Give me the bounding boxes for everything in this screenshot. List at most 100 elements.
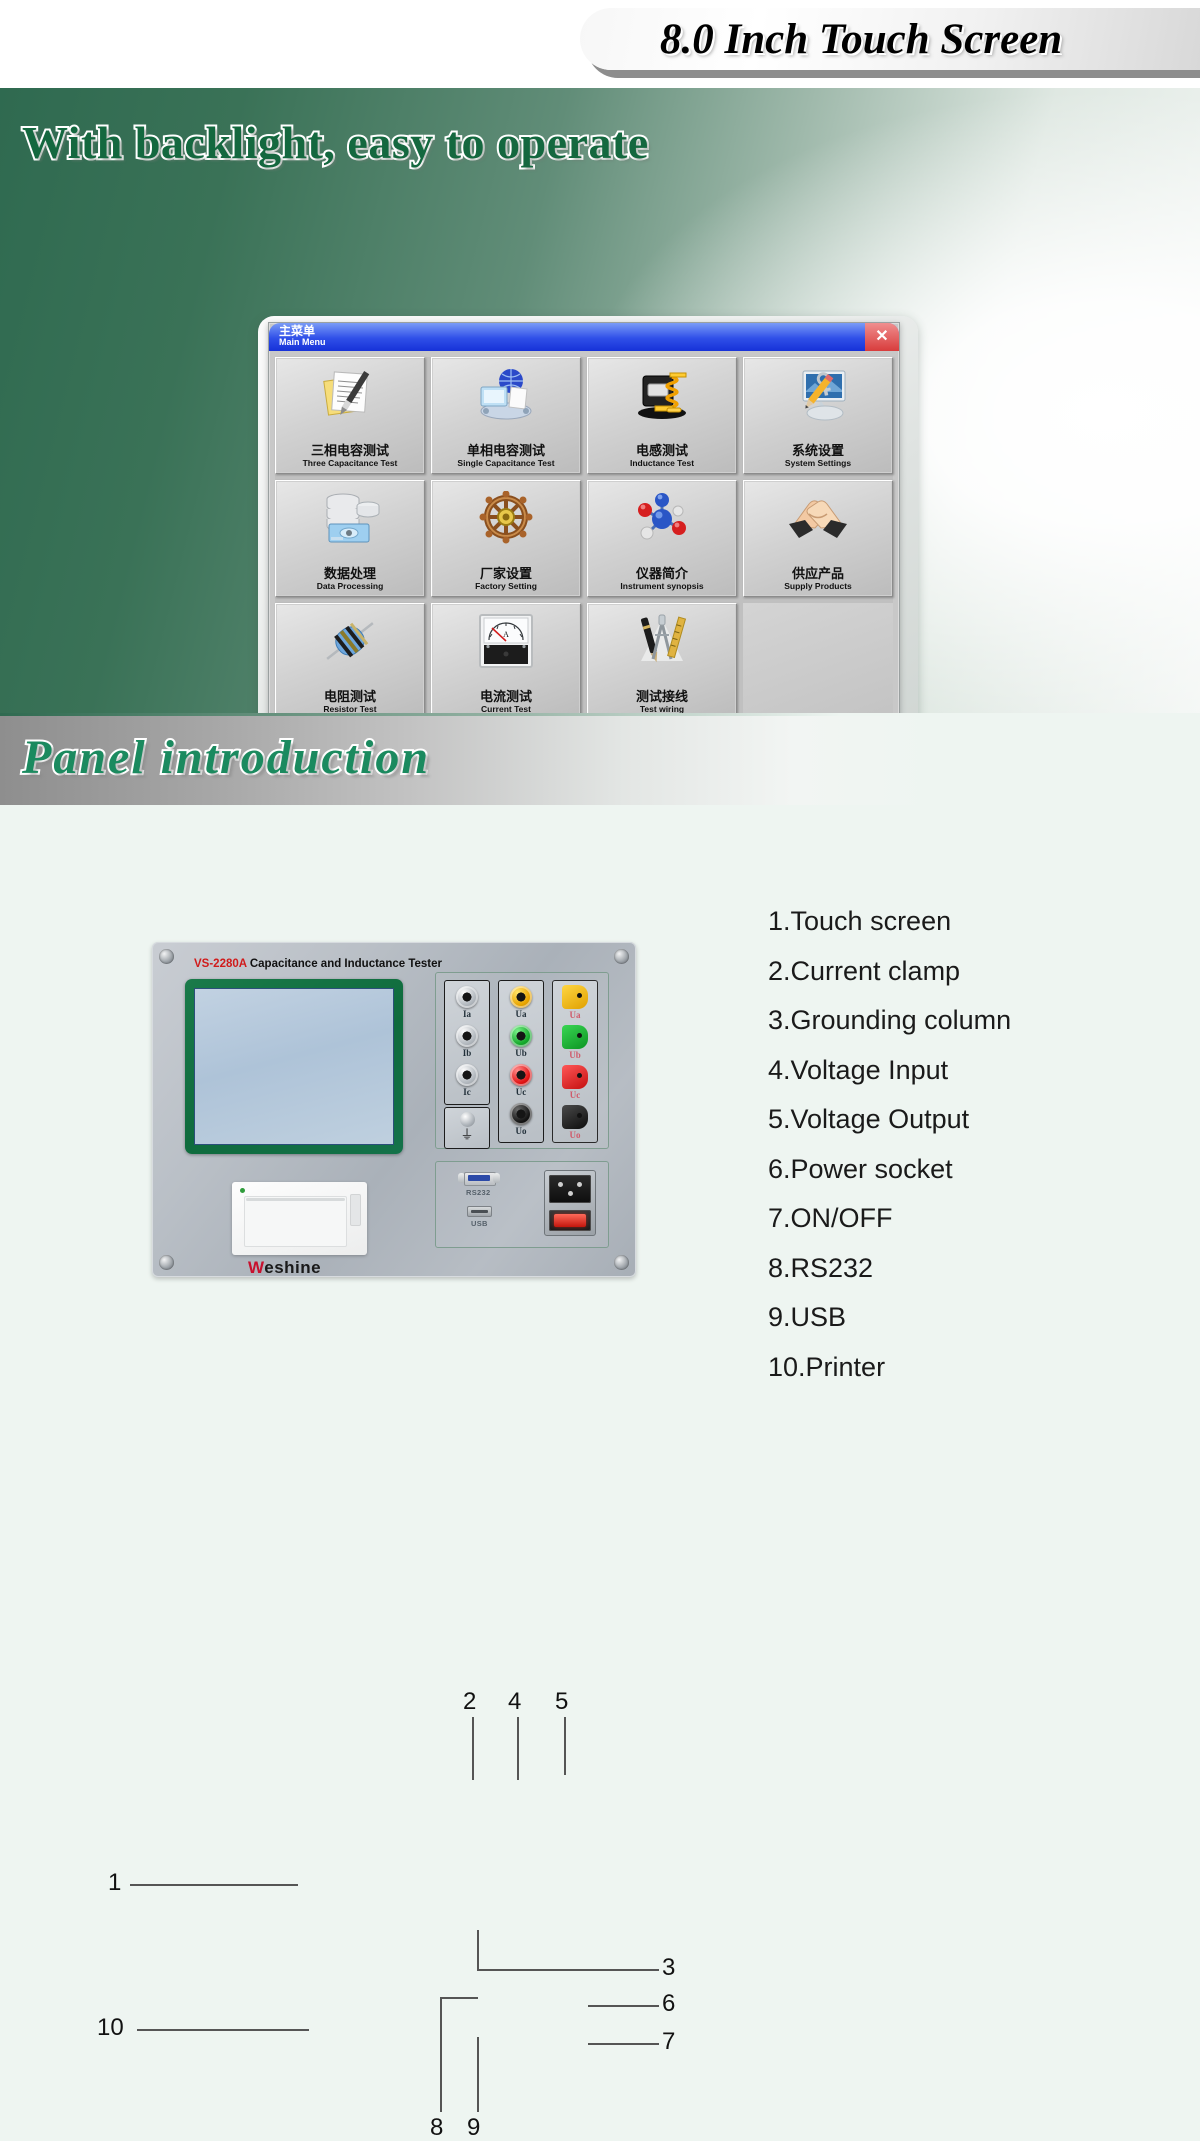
pen-compass-icon — [588, 610, 736, 672]
callout-number-2: 2 — [463, 1688, 477, 1715]
printer-paper-slot — [246, 1198, 345, 1201]
lcd-glass — [194, 988, 394, 1145]
voltage-output-binding-uc[interactable] — [562, 1065, 588, 1089]
legend-item-2: 2.Current clamp — [768, 955, 961, 986]
screw-icon — [614, 1255, 629, 1270]
close-icon[interactable]: ✕ — [865, 323, 899, 351]
terminal-label-uo: Uo — [515, 1126, 527, 1136]
menu-label-en: System Settings — [784, 458, 852, 468]
callout-number-10: 10 — [97, 2014, 124, 2041]
callout-number-9: 9 — [467, 2114, 481, 2141]
menu-label-cn: 电感测试 — [635, 443, 688, 458]
touch-screen-display[interactable] — [185, 979, 403, 1154]
menu-label-en: Single Capacitance Test — [457, 458, 555, 468]
grounding-column[interactable]: ⏚ — [444, 1107, 490, 1149]
terminal-label-ia: Ia — [462, 1009, 471, 1019]
menu-button-data-processing[interactable]: 数据处理 Data Processing — [275, 480, 425, 597]
printer-latch — [350, 1194, 361, 1226]
menu-button-three-capacitance-test[interactable]: 三相电容测试 Three Capacitance Test — [275, 357, 425, 474]
menu-button-instrument-synopsis[interactable]: 仪器简介 Instrument synopsis — [587, 480, 737, 597]
legend-list: 1.Touch screen 2.Current clamp 3.Groundi… — [768, 897, 1188, 1392]
callout-number-4: 4 — [508, 1688, 522, 1715]
screw-icon — [614, 949, 629, 964]
callout-leader-7 — [588, 2043, 659, 2045]
document-pen-icon — [276, 364, 424, 426]
menu-label-en: Factory Setting — [475, 581, 537, 591]
usb-label: USB — [471, 1219, 488, 1228]
touch-screen-showcase: With backlight, easy to operate 主菜单 Main… — [0, 88, 1200, 756]
callout-number-8: 8 — [430, 2114, 444, 2141]
brand-rest: eshine — [264, 1258, 322, 1277]
voltage-output-binding-ub[interactable] — [562, 1025, 588, 1049]
menu-button-system-settings[interactable]: 系统设置 System Settings — [743, 357, 893, 474]
network-globe-icon — [432, 364, 580, 426]
menu-label-cn: 测试接线 — [635, 689, 688, 704]
device-faceplate: VS-2280A Capacitance and Inductance Test… — [152, 942, 636, 1277]
dialog-title-cn: 主菜单 — [279, 324, 316, 338]
current-clamp-terminal-column[interactable]: Ia Ib Ic — [444, 980, 490, 1105]
callout-number-3: 3 — [662, 1954, 676, 1981]
callout-leader-1 — [130, 1884, 298, 1886]
voltage-input-terminal-column[interactable]: Ua Ub Uc Uo — [498, 980, 544, 1143]
voltage-input-jack-ua[interactable] — [510, 986, 532, 1008]
menu-label-en: Data Processing — [316, 581, 384, 591]
panel-introduction-band: Panel introduction — [0, 713, 1200, 805]
menu-button-inductance-test[interactable]: 电感测试 Inductance Test — [587, 357, 737, 474]
menu-button-factory-setting[interactable]: 厂家设置 Factory Setting — [431, 480, 581, 597]
page-title: 8.0 Inch Touch Screen — [660, 16, 1063, 63]
monitor-keys-icon — [744, 364, 892, 426]
main-menu-grid: 三相电容测试 Three Capacitance Test 单相电容测试 Sin… — [275, 357, 893, 720]
rs232-port[interactable] — [458, 1172, 500, 1186]
power-module — [544, 1170, 596, 1236]
voltage-output-terminal-column[interactable]: Ua Ub Uc Uo — [552, 980, 598, 1143]
menu-button-resistor-test[interactable]: 电阻测试 Resistor Test — [275, 603, 425, 720]
coil-spring-icon — [588, 364, 736, 426]
device-model-description: Capacitance and Inductance Tester — [249, 958, 442, 970]
callout-leader-6 — [588, 2005, 659, 2007]
handshake-icon — [744, 487, 892, 549]
legend-item-7: 7.ON/OFF — [768, 1203, 893, 1233]
brand-logo: Weshine — [248, 1258, 321, 1278]
legend-item-1: 1.Touch screen — [768, 906, 952, 936]
menu-label-cn: 三相电容测试 — [310, 443, 389, 458]
band-top-rule — [0, 713, 1200, 716]
menu-label-en: Three Capacitance Test — [302, 458, 398, 468]
voltage-input-jack-uc[interactable] — [510, 1064, 532, 1086]
menu-button-supply-products[interactable]: 供应产品 Supply Products — [743, 480, 893, 597]
callout-number-5: 5 — [555, 1688, 569, 1715]
screw-icon — [159, 949, 174, 964]
terminal-label-ub: Ub — [515, 1048, 527, 1058]
power-socket[interactable] — [549, 1175, 591, 1203]
voltage-output-binding-uo[interactable] — [562, 1105, 588, 1129]
power-switch[interactable] — [549, 1210, 591, 1231]
current-jack-ia[interactable] — [456, 986, 478, 1008]
legend-item-3: 3.Grounding column — [768, 1005, 1012, 1035]
panel-diagram-section: VS-2280A Capacitance and Inductance Test… — [0, 805, 1200, 2141]
menu-label-en: Supply Products — [784, 581, 852, 591]
headline-panel-introduction: Panel introduction — [20, 729, 431, 786]
terminal-label-ic: Ic — [463, 1087, 471, 1097]
ground-jack[interactable] — [459, 1112, 475, 1127]
printer-module[interactable] — [232, 1182, 367, 1255]
terminal-label-out-uo: Uo — [569, 1130, 581, 1140]
device-model: VS-2280A — [194, 958, 247, 970]
voltage-input-jack-ub[interactable] — [510, 1025, 532, 1047]
current-jack-ic[interactable] — [456, 1064, 478, 1086]
terminal-label-ua: Ua — [515, 1009, 527, 1019]
menu-button-test-wiring[interactable]: 测试接线 Test wiring — [587, 603, 737, 720]
callout-number-1: 1 — [108, 1869, 122, 1896]
current-jack-ib[interactable] — [456, 1025, 478, 1047]
ground-symbol-icon: ⏚ — [460, 1127, 474, 1142]
menu-button-current-test[interactable]: A 电流测试 Current Test — [431, 603, 581, 720]
brand-initial: W — [248, 1258, 265, 1277]
voltage-input-jack-uo[interactable] — [510, 1103, 532, 1125]
usb-port[interactable] — [467, 1206, 492, 1217]
callout-leader-9 — [477, 2037, 479, 2112]
terminal-label-ib: Ib — [462, 1048, 472, 1058]
legend-item-6: 6.Power socket — [768, 1153, 953, 1184]
dialog-title-en: Main Menu — [279, 337, 326, 347]
callout-leader-2 — [472, 1717, 474, 1780]
menu-label-cn: 电阻测试 — [323, 689, 376, 704]
voltage-output-binding-ua[interactable] — [562, 985, 588, 1009]
menu-button-single-capacitance-test[interactable]: 单相电容测试 Single Capacitance Test — [431, 357, 581, 474]
